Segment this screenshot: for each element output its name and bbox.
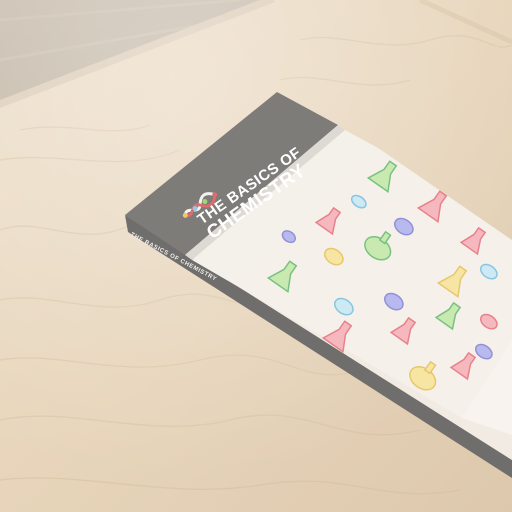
photo-background bbox=[0, 0, 512, 512]
photo-haze bbox=[0, 0, 512, 512]
photo-scene: THE BASICS OF CHEMISTRY THE BASICS OF CH… bbox=[0, 0, 512, 512]
